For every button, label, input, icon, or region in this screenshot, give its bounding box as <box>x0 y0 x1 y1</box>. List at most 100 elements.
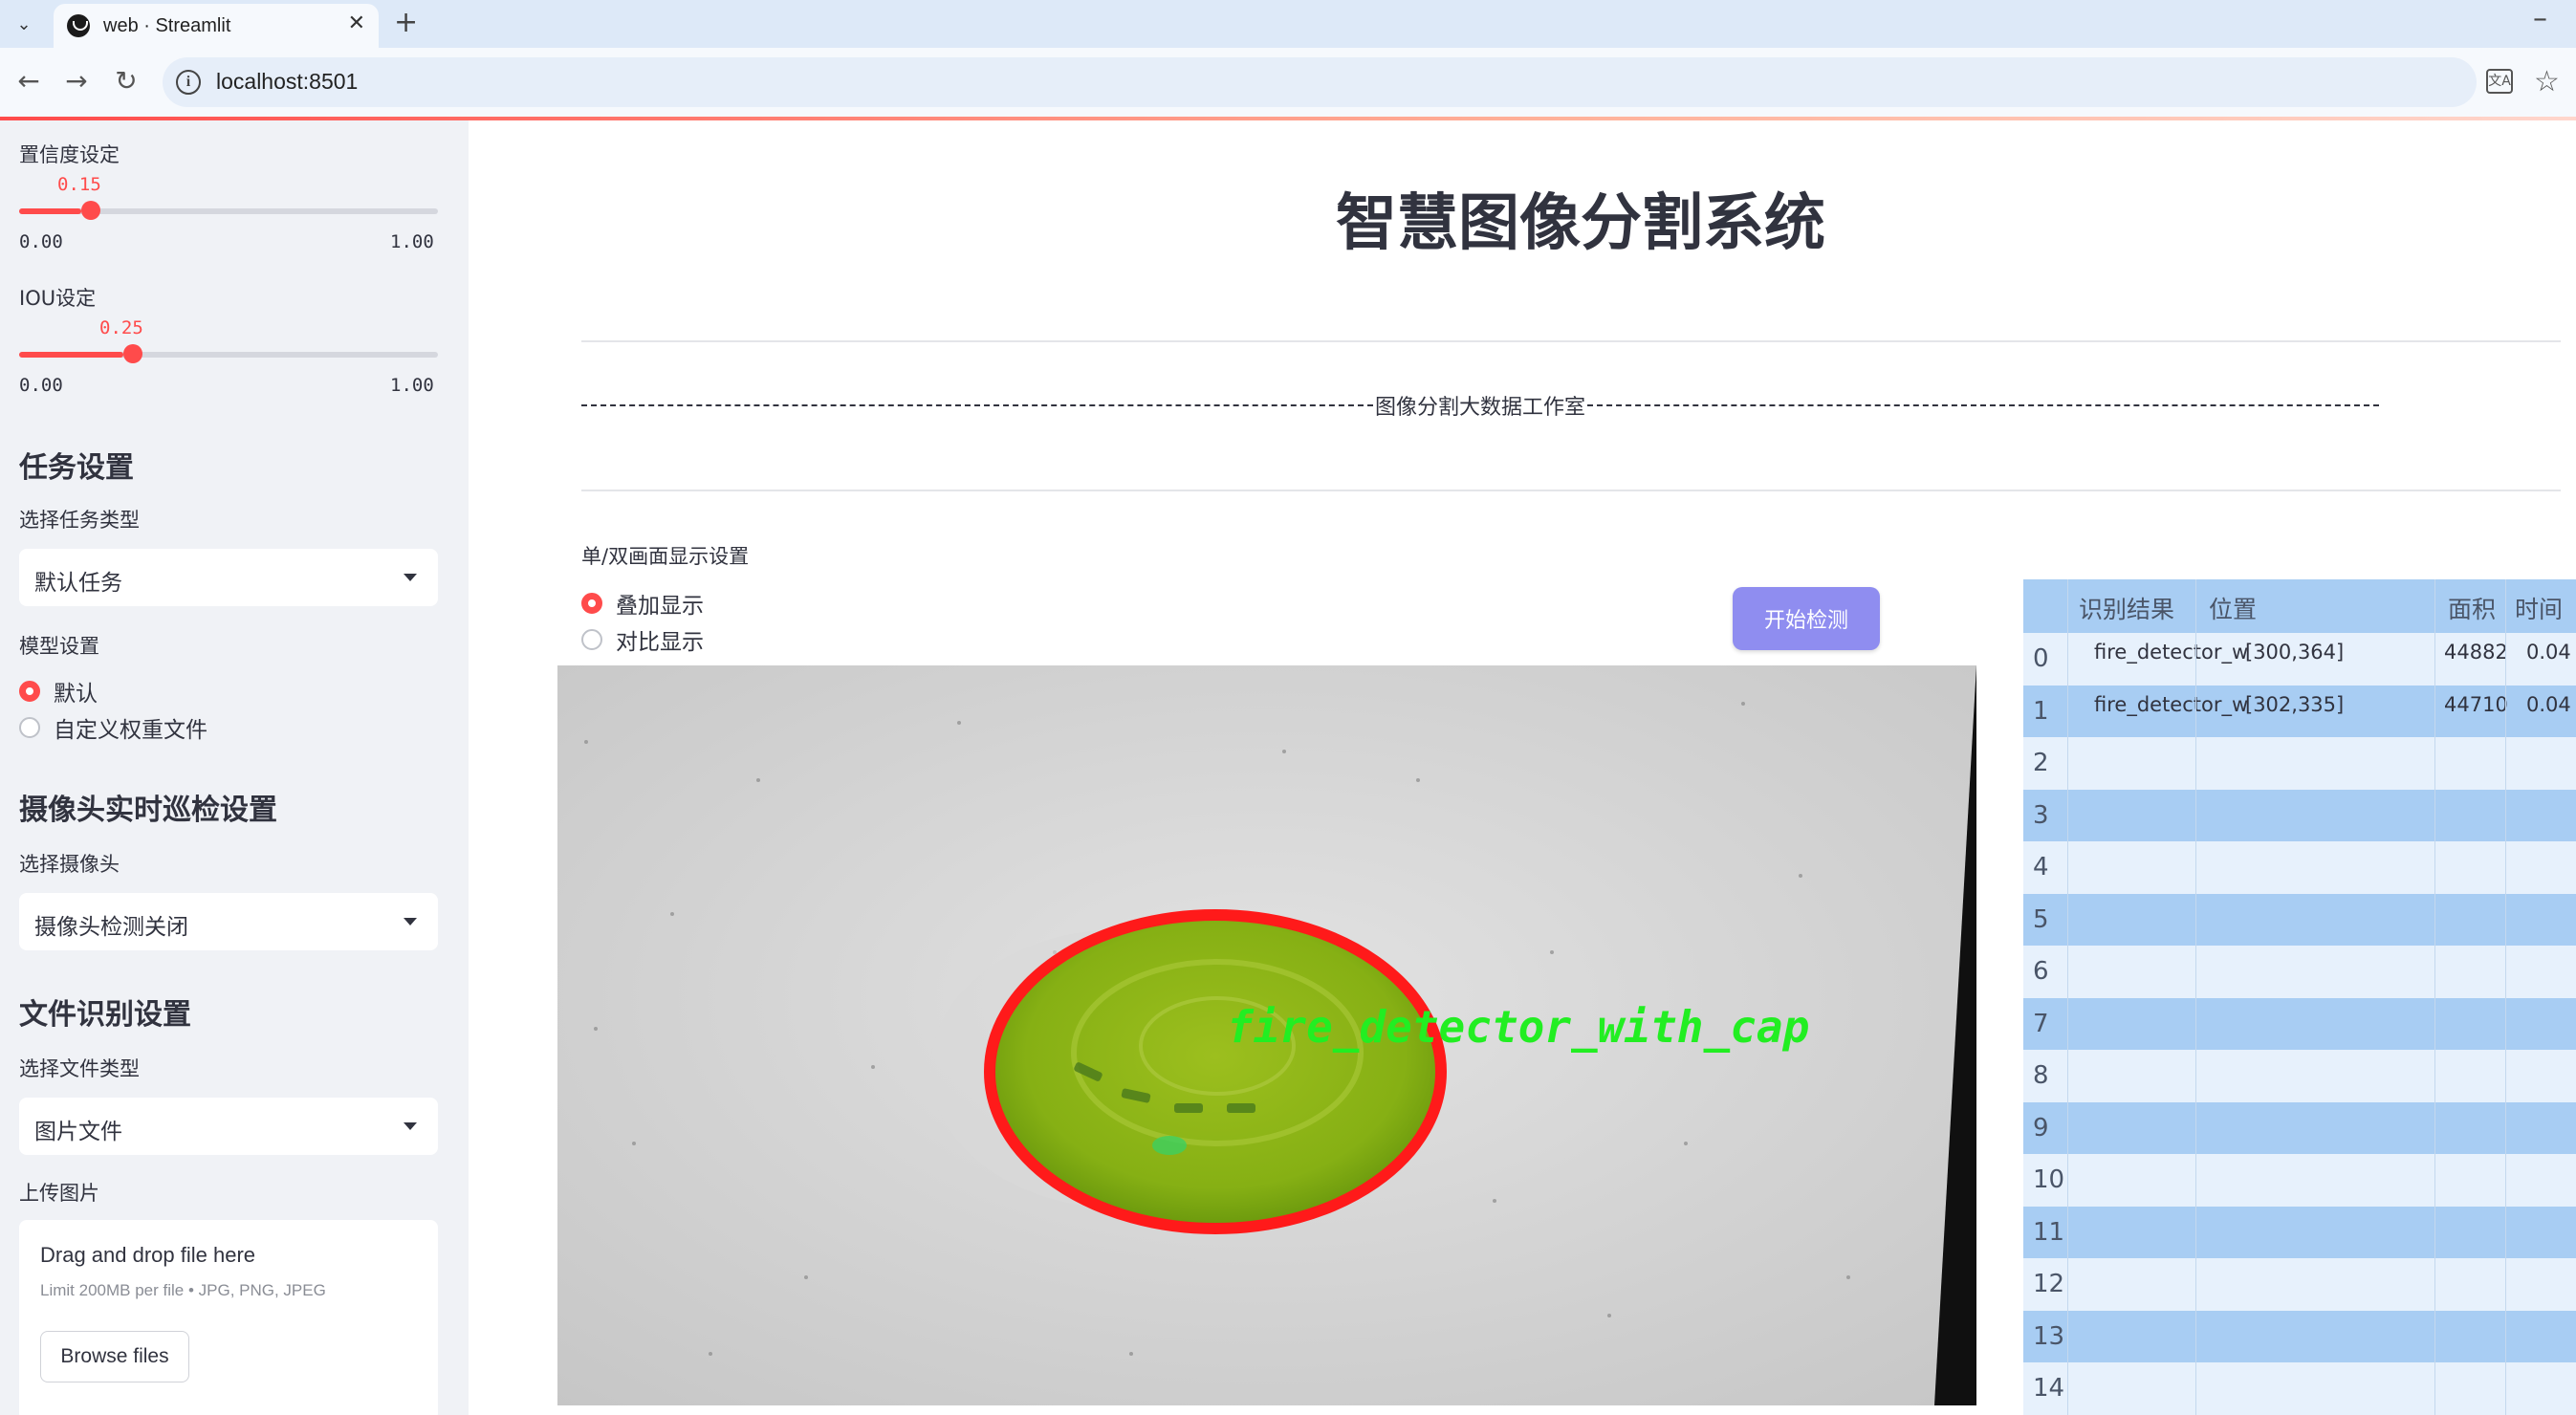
streamlit-favicon-icon <box>67 14 90 37</box>
sidebar: 置信度设定 0.15 0.00 1.00 IOU设定 0.25 0.00 1.0… <box>0 120 469 1415</box>
divider <box>581 490 2561 491</box>
cell-result[interactable]: fire_detector_w <box>2094 693 2248 716</box>
cell-time[interactable]: 0.04 <box>2526 693 2571 716</box>
translate-icon[interactable]: 文A <box>2486 69 2513 94</box>
row-index: 3 <box>2033 800 2049 830</box>
subtitle-banner: 图像分割大数据工作室 <box>581 390 2379 421</box>
row-index: 14 <box>2033 1374 2065 1403</box>
app-root: ⌄ web · Streamlit ✕ + – ← → ↻ i localhos… <box>0 0 2576 1415</box>
task-type-select[interactable]: 默认任务 <box>19 549 438 606</box>
table-row[interactable]: 4 <box>2023 841 2576 894</box>
table-row[interactable]: 9 <box>2023 1101 2576 1154</box>
table-row[interactable]: 1 fire_detector_w [302,335] 44710 0.04 <box>2023 685 2576 737</box>
site-info-icon[interactable]: i <box>176 70 201 95</box>
table-row[interactable]: 13 <box>2023 1310 2576 1362</box>
table-header: 识别结果 位置 面积 时间 <box>2023 579 2576 633</box>
main-content: 智慧图像分割系统 图像分割大数据工作室 单/双画面显示设置 叠加显示 对比显示 … <box>469 120 2576 1415</box>
table-row[interactable]: 11 <box>2023 1206 2576 1258</box>
table-row[interactable]: 12 <box>2023 1258 2576 1311</box>
bookmark-star-icon[interactable]: ☆ <box>2534 65 2560 98</box>
camera-settings-heading: 摄像头实时巡检设置 <box>19 794 277 827</box>
table-row[interactable]: 14 <box>2023 1362 2576 1415</box>
cell-area[interactable]: 44882 <box>2444 641 2508 664</box>
iou-value: 0.25 <box>99 317 143 338</box>
row-index: 12 <box>2033 1270 2065 1298</box>
table-row[interactable]: 0 fire_detector_w [300,364] 44882 0.04 <box>2023 633 2576 686</box>
cell-time[interactable]: 0.04 <box>2526 641 2571 664</box>
file-type-label: 选择文件类型 <box>19 1057 140 1080</box>
task-settings-heading: 任务设置 <box>19 451 134 485</box>
display-radio-overlay[interactable]: 叠加显示 <box>581 587 704 620</box>
row-index: 11 <box>2033 1217 2065 1247</box>
divider <box>581 340 2561 342</box>
header-result[interactable]: 识别结果 <box>2079 591 2174 625</box>
header-area[interactable]: 面积 <box>2448 591 2496 625</box>
table-row[interactable]: 6 <box>2023 946 2576 998</box>
cell-result[interactable]: fire_detector_w <box>2094 641 2248 664</box>
dash-line-right <box>1587 404 2379 406</box>
iou-slider-fill <box>19 352 123 358</box>
tab-title: web · Streamlit <box>103 14 231 36</box>
iou-max: 1.00 <box>390 375 434 396</box>
row-index: 4 <box>2033 853 2049 882</box>
minimize-icon[interactable]: – <box>2533 2 2547 35</box>
column-divider <box>2505 579 2506 1415</box>
table-row[interactable]: 8 <box>2023 1050 2576 1102</box>
confidence-min: 0.00 <box>19 231 63 252</box>
dash-line-left <box>581 404 1373 406</box>
cell-area[interactable]: 44710 <box>2444 693 2508 716</box>
table-row[interactable]: 2 <box>2023 737 2576 790</box>
reload-icon[interactable]: ↻ <box>107 61 145 99</box>
confidence-slider-fill <box>19 208 81 214</box>
table-row[interactable]: 7 <box>2023 997 2576 1050</box>
model-option-default: 默认 <box>54 682 98 707</box>
file-type-selected: 图片文件 <box>34 1120 122 1144</box>
start-detection-button[interactable]: 开始检测 <box>1733 587 1880 650</box>
camera-select[interactable]: 摄像头检测关闭 <box>19 893 438 950</box>
confidence-slider[interactable] <box>19 201 438 220</box>
table-row[interactable]: 3 <box>2023 789 2576 841</box>
url-input[interactable]: i localhost:8501 <box>163 57 2477 107</box>
confidence-slider-thumb[interactable] <box>81 201 100 220</box>
iou-slider[interactable] <box>19 344 438 363</box>
task-type-label: 选择任务类型 <box>19 509 140 532</box>
confidence-value: 0.15 <box>57 174 101 195</box>
camera-label: 选择摄像头 <box>19 853 120 876</box>
forward-icon[interactable]: → <box>57 61 96 99</box>
column-divider <box>2195 579 2196 1415</box>
display-mode-label: 单/双画面显示设置 <box>581 545 750 568</box>
file-type-select[interactable]: 图片文件 <box>19 1098 438 1155</box>
camera-selected: 摄像头检测关闭 <box>34 915 188 940</box>
confidence-label: 置信度设定 <box>19 143 120 166</box>
display-radio-compare[interactable]: 对比显示 <box>581 623 704 656</box>
radio-selected-icon[interactable] <box>581 593 602 614</box>
header-time[interactable]: 时间 <box>2515 591 2563 625</box>
cell-position[interactable]: [300,364] <box>2245 641 2344 664</box>
browser-tab[interactable]: web · Streamlit ✕ <box>54 4 379 48</box>
back-icon[interactable]: ← <box>10 61 48 99</box>
iou-slider-thumb[interactable] <box>123 344 142 363</box>
model-radio-custom[interactable]: 自定义权重文件 <box>19 711 207 744</box>
file-uploader-dropzone[interactable]: Drag and drop file here Limit 200MB per … <box>19 1220 438 1415</box>
radio-unselected-icon[interactable] <box>19 717 40 738</box>
model-settings-label: 模型设置 <box>19 635 99 658</box>
new-tab-icon[interactable]: + <box>394 6 418 39</box>
header-position[interactable]: 位置 <box>2209 591 2257 625</box>
column-divider <box>2434 579 2435 1415</box>
column-divider <box>2067 579 2068 1415</box>
row-index: 9 <box>2033 1113 2049 1143</box>
table-row[interactable]: 5 <box>2023 893 2576 946</box>
radio-selected-icon[interactable] <box>19 681 40 702</box>
browse-files-button[interactable]: Browse files <box>40 1331 189 1382</box>
tab-close-icon[interactable]: ✕ <box>348 11 365 35</box>
chevron-down-icon <box>404 574 417 581</box>
model-radio-default[interactable]: 默认 <box>19 675 98 708</box>
tab-search-dropdown-icon[interactable]: ⌄ <box>8 8 40 40</box>
radio-unselected-icon[interactable] <box>581 629 602 650</box>
row-index: 5 <box>2033 904 2049 934</box>
cell-position[interactable]: [302,335] <box>2245 693 2344 716</box>
page-title: 智慧图像分割系统 <box>1336 188 1825 259</box>
upload-label: 上传图片 <box>19 1182 99 1205</box>
table-row[interactable]: 10 <box>2023 1154 2576 1207</box>
task-type-selected: 默认任务 <box>34 571 122 596</box>
